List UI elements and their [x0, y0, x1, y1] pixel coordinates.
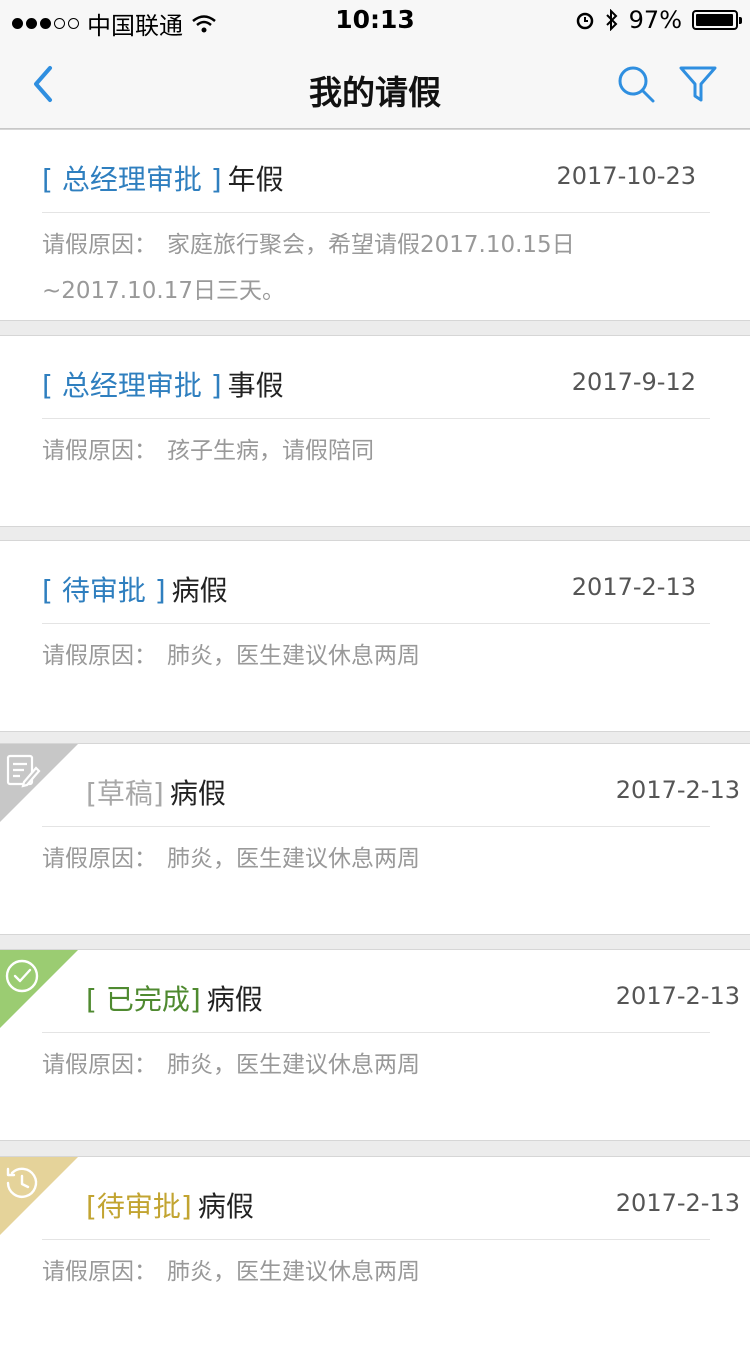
reason-label: 请假原因： [42, 438, 157, 464]
reason-text: 请假原因： 肺炎，医生建议休息两周 [42, 633, 710, 679]
reason-value: 肺炎，医生建议休息两周 [167, 1259, 420, 1285]
draft-corner [0, 744, 78, 822]
reason-value: 肺炎，医生建议休息两周 [167, 846, 420, 872]
reason-label: 请假原因： [42, 643, 157, 669]
reason-text: 请假原因： 肺炎，医生建议休息两周 [42, 1042, 710, 1088]
done-corner [0, 950, 78, 1028]
reason-value: 孩子生病，请假陪同 [167, 438, 374, 464]
alarm-icon [576, 12, 593, 30]
divider [42, 826, 710, 827]
reason-value: 肺炎，医生建议休息两周 [167, 643, 420, 669]
reason-label: 请假原因： [42, 1052, 157, 1078]
leave-type: 病假 [169, 777, 226, 810]
leave-item[interactable]: [ 总经理审批 ] 事假 2017-9-12 请假原因： 孩子生病，请假陪同 [0, 335, 750, 527]
leave-item-header: [待审批] 病假 2017-2-13 [86, 1185, 740, 1229]
status-label: [待审批] [86, 1190, 192, 1223]
leave-date: 2017-9-12 [571, 368, 696, 396]
leave-item[interactable]: [待审批] 病假 2017-2-13 请假原因： 肺炎，医生建议休息两周 [0, 1156, 750, 1348]
leave-item-header: [草稿] 病假 2017-2-13 [86, 772, 740, 816]
status-label: [草稿] [86, 777, 164, 810]
reason-label: 请假原因： [42, 232, 157, 258]
divider [42, 212, 710, 213]
reason-text: 请假原因： 肺炎，医生建议休息两周 [42, 1249, 710, 1295]
battery-percent: 97% [628, 6, 682, 34]
filter-icon [679, 66, 717, 102]
divider [42, 1032, 710, 1033]
leave-date: 2017-2-13 [615, 1189, 740, 1217]
reason-label: 请假原因： [42, 846, 157, 872]
leave-type: 病假 [206, 983, 263, 1016]
leave-type: 病假 [197, 1190, 254, 1223]
leave-type: 病假 [171, 574, 228, 607]
leave-item[interactable]: [ 待审批 ] 病假 2017-2-13 请假原因： 肺炎，医生建议休息两周 [0, 540, 750, 732]
reason-text: 请假原因： 孩子生病，请假陪同 [42, 428, 710, 474]
battery-icon [692, 10, 742, 30]
divider [42, 418, 710, 419]
leave-type: 年假 [227, 163, 284, 196]
search-button[interactable] [614, 62, 658, 106]
reason-text: 请假原因： 肺炎，医生建议休息两周 [42, 836, 710, 882]
leave-date: 2017-2-13 [615, 982, 740, 1010]
reason-text: 请假原因： 家庭旅行聚会，希望请假2017.10.15日~2017.10.17日三… [42, 222, 710, 314]
status-label: [ 已完成] [86, 983, 201, 1016]
leave-item[interactable]: [ 已完成] 病假 2017-2-13 请假原因： 肺炎，医生建议休息两周 [0, 949, 750, 1141]
nav-bar: 我的请假 [0, 40, 750, 129]
status-label: [ 总经理审批 ] [42, 163, 222, 196]
leave-item-header: [ 总经理审批 ] 事假 2017-9-12 [42, 364, 710, 408]
divider [42, 623, 710, 624]
leave-item-header: [ 总经理审批 ] 年假 2017-10-23 [42, 158, 710, 202]
status-label: [ 待审批 ] [42, 574, 166, 607]
status-bar: 中国联通 10:13 97% [0, 0, 750, 40]
reason-value: 肺炎，医生建议休息两周 [167, 1052, 420, 1078]
leave-type: 事假 [227, 369, 284, 402]
status-label: [ 总经理审批 ] [42, 369, 222, 402]
leave-date: 2017-2-13 [571, 573, 696, 601]
leave-date: 2017-10-23 [556, 162, 696, 190]
bluetooth-icon [605, 9, 618, 31]
leave-date: 2017-2-13 [615, 776, 740, 804]
search-icon [618, 66, 655, 103]
pending-corner [0, 1157, 78, 1235]
leave-item-header: [ 已完成] 病假 2017-2-13 [86, 978, 740, 1022]
leave-item-header: [ 待审批 ] 病假 2017-2-13 [42, 569, 710, 613]
status-right: 97% [575, 6, 742, 34]
divider [42, 1239, 710, 1240]
reason-label: 请假原因： [42, 1259, 157, 1285]
leave-item[interactable]: [ 总经理审批 ] 年假 2017-10-23 请假原因： 家庭旅行聚会，希望请假2… [0, 129, 750, 321]
leave-item[interactable]: [草稿] 病假 2017-2-13 请假原因： 肺炎，医生建议休息两周 [0, 743, 750, 935]
filter-button[interactable] [676, 62, 720, 106]
